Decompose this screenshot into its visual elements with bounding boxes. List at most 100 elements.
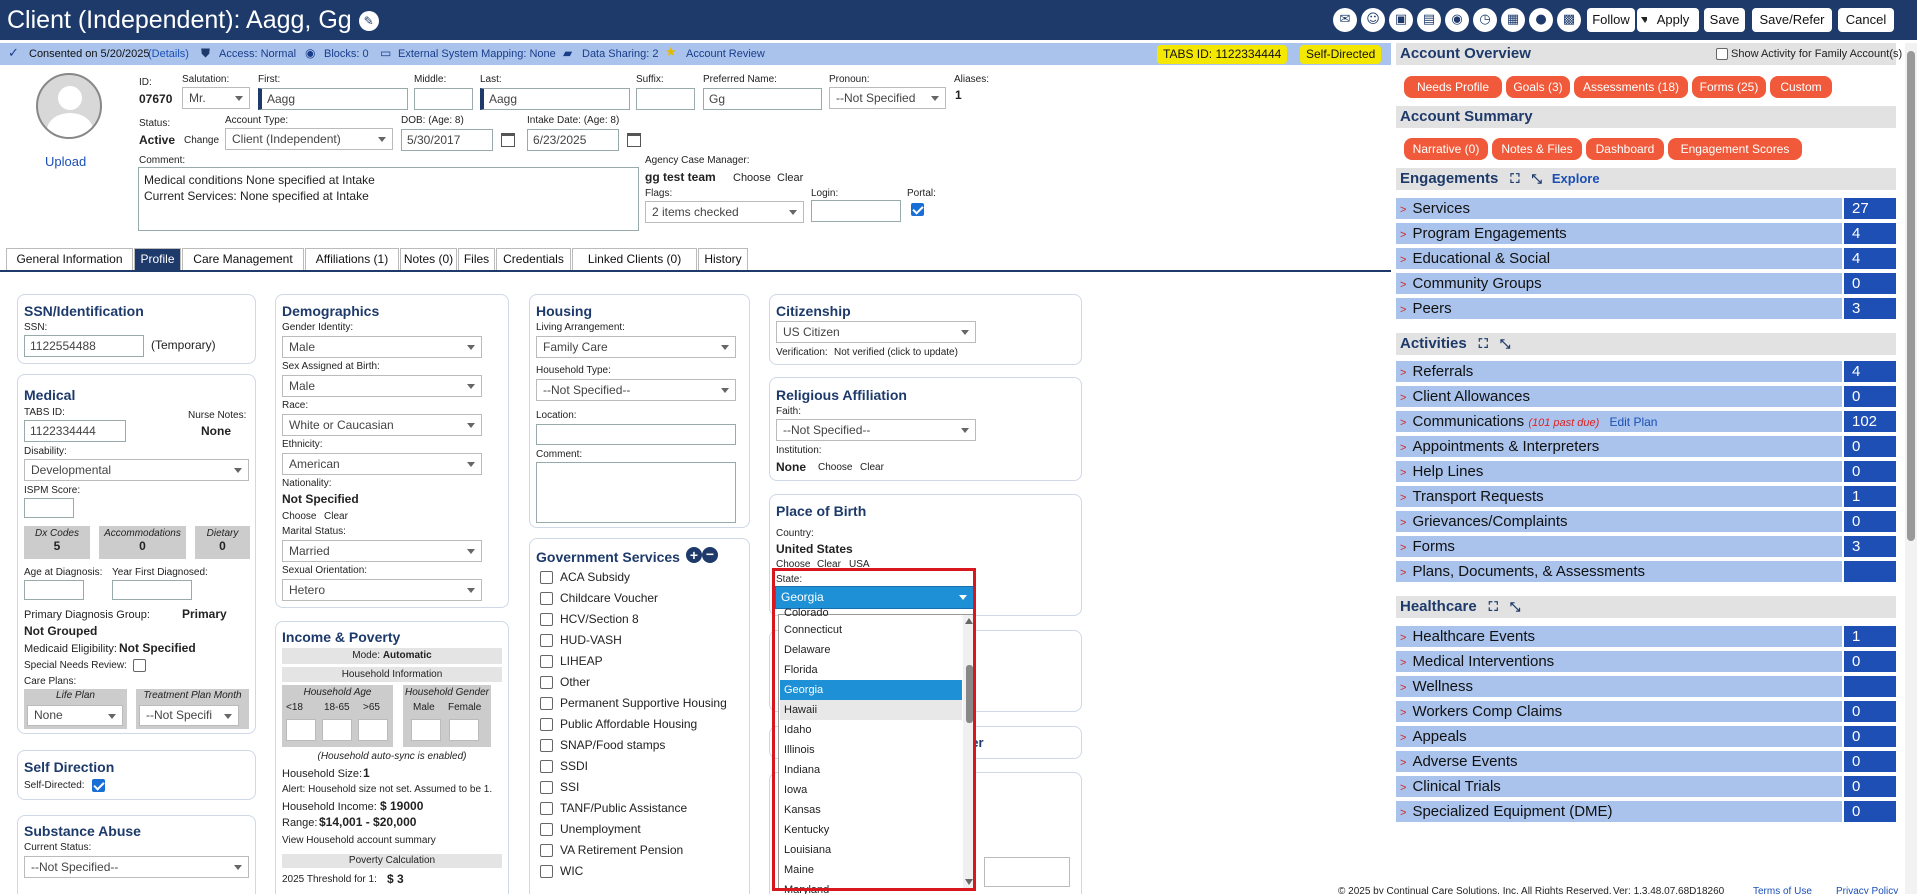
gov-checkbox[interactable] xyxy=(540,571,553,584)
activity-row-referrals[interactable]: > Referrals 4 xyxy=(1396,361,1896,382)
gov-checkbox[interactable] xyxy=(540,697,553,710)
show-family-activity-checkbox[interactable] xyxy=(1716,48,1728,60)
tab-notes[interactable]: Notes (0) xyxy=(400,248,457,270)
activity-row-appointments[interactable]: > Appointments & Interpreters 0 xyxy=(1396,436,1896,457)
nationality-choose-link[interactable]: Choose xyxy=(282,511,316,522)
activity-row-communications[interactable]: > Communications (101 past due) Edit Plan… xyxy=(1396,411,1896,432)
avatar[interactable] xyxy=(36,73,102,139)
age-under-18-input[interactable] xyxy=(286,719,316,741)
pronoun-select[interactable]: --Not Specified xyxy=(829,87,946,109)
household-summary-link[interactable]: View Household account summary xyxy=(282,835,436,846)
tab-general-information[interactable]: General Information xyxy=(6,248,133,270)
engagement-row-services[interactable]: > Services 27 xyxy=(1396,198,1896,219)
account-type-select[interactable]: Client (Independent) xyxy=(225,128,393,150)
healthcare-row-workers-comp[interactable]: > Workers Comp Claims 0 xyxy=(1396,701,1896,722)
flags-select[interactable]: 2 items checked xyxy=(645,201,804,223)
suffix-input[interactable] xyxy=(636,88,695,110)
dx-codes-box[interactable]: Dx Codes 5 xyxy=(24,526,90,559)
race-select[interactable]: White or Caucasian xyxy=(282,414,482,436)
save-refer-button[interactable]: Save/Refer xyxy=(1752,8,1832,32)
expand-icon[interactable]: ⛶ xyxy=(1510,169,1519,191)
age-diagnosis-input[interactable] xyxy=(24,580,84,600)
marital-select[interactable]: Married xyxy=(282,540,482,562)
activity-row-transport[interactable]: > Transport Requests 1 xyxy=(1396,486,1896,507)
camera-icon[interactable]: ◉ xyxy=(1445,8,1469,32)
mail-icon[interactable]: ✉ xyxy=(1333,8,1357,32)
expand-icon[interactable]: ⛶ xyxy=(1489,597,1498,619)
id-card-icon[interactable]: ▤ xyxy=(1417,8,1441,32)
explore-link[interactable]: Explore xyxy=(1552,171,1600,186)
tab-profile[interactable]: Profile xyxy=(134,248,181,270)
gov-checkbox[interactable] xyxy=(540,802,553,815)
goals-button[interactable]: Goals (3) xyxy=(1506,76,1570,98)
hidden-panel-3-input[interactable] xyxy=(984,857,1070,887)
collapse-icon[interactable]: ⤡ xyxy=(1531,169,1541,191)
comment-textarea[interactable]: Medical conditions None specified at Int… xyxy=(138,167,639,231)
expand-icon[interactable]: ⛶ xyxy=(1479,334,1488,356)
add-service-icon[interactable]: + xyxy=(686,547,702,563)
ispm-score-input[interactable] xyxy=(24,498,74,518)
activity-row-help-lines[interactable]: > Help Lines 0 xyxy=(1396,461,1896,482)
needs-profile-button[interactable]: Needs Profile xyxy=(1404,76,1502,98)
notes-files-button[interactable]: Notes & Files xyxy=(1492,138,1582,160)
building-icon[interactable]: ▦ xyxy=(1501,8,1525,32)
gov-checkbox[interactable] xyxy=(540,760,553,773)
contact-card-icon[interactable]: ▣ xyxy=(1389,8,1413,32)
healthcare-row-interventions[interactable]: > Medical Interventions 0 xyxy=(1396,651,1896,672)
collapse-icon[interactable]: ⤡ xyxy=(1500,334,1510,356)
chat-icon[interactable]: ☺ xyxy=(1361,8,1385,32)
gov-checkbox[interactable] xyxy=(540,865,553,878)
institution-choose-link[interactable]: Choose xyxy=(818,462,852,473)
life-plan-select[interactable]: None xyxy=(27,705,123,726)
healthcare-row-appeals[interactable]: > Appeals 0 xyxy=(1396,726,1896,747)
gov-checkbox[interactable] xyxy=(540,634,553,647)
remove-service-icon[interactable]: − xyxy=(702,547,718,563)
healthcare-row-clinical-trials[interactable]: > Clinical Trials 0 xyxy=(1396,776,1896,797)
dashboard-button[interactable]: Dashboard xyxy=(1586,138,1664,160)
ethnicity-select[interactable]: American xyxy=(282,453,482,475)
gender-female-input[interactable] xyxy=(449,719,479,741)
apply-button[interactable]: Apply xyxy=(1647,8,1699,32)
engagement-row-community[interactable]: > Community Groups 0 xyxy=(1396,273,1896,294)
intake-calendar-icon[interactable] xyxy=(627,133,641,147)
dob-calendar-icon[interactable] xyxy=(501,133,515,147)
user-icon[interactable]: ● xyxy=(1529,8,1553,32)
age-over-65-input[interactable] xyxy=(358,719,388,741)
citizenship-select[interactable]: US Citizen xyxy=(776,321,976,343)
engagement-row-educational[interactable]: > Educational & Social 4 xyxy=(1396,248,1896,269)
page-scrollbar[interactable] xyxy=(1905,43,1917,894)
cancel-button[interactable]: Cancel xyxy=(1838,8,1894,32)
tab-credentials[interactable]: Credentials xyxy=(496,248,571,270)
first-name-input[interactable]: Aagg xyxy=(258,88,408,110)
gov-checkbox[interactable] xyxy=(540,781,553,794)
footer-privacy-link[interactable]: Privacy Policy xyxy=(1836,886,1898,894)
agency-cm-clear-link[interactable]: Clear xyxy=(777,172,803,184)
activity-row-plans[interactable]: > Plans, Documents, & Assessments xyxy=(1396,561,1896,582)
gov-checkbox[interactable] xyxy=(540,718,553,731)
assessments-button[interactable]: Assessments (18) xyxy=(1574,76,1688,98)
blocks-link[interactable]: Blocks: 0 xyxy=(324,48,369,60)
grid-icon[interactable]: ▩ xyxy=(1557,8,1581,32)
living-arrangement-select[interactable]: Family Care xyxy=(536,336,736,358)
tab-care-management[interactable]: Care Management xyxy=(182,248,304,270)
nationality-clear-link[interactable]: Clear xyxy=(324,511,348,522)
intake-date-input[interactable]: 6/23/2025 xyxy=(527,129,619,151)
healthcare-row-dme[interactable]: > Specialized Equipment (DME) 0 xyxy=(1396,801,1896,822)
self-directed-checkbox[interactable] xyxy=(92,779,105,792)
gov-checkbox[interactable] xyxy=(540,844,553,857)
activity-row-allowances[interactable]: > Client Allowances 0 xyxy=(1396,386,1896,407)
orientation-select[interactable]: Hetero xyxy=(282,579,482,601)
substance-status-select[interactable]: --Not Specified-- xyxy=(24,856,249,878)
access-link[interactable]: Access: Normal xyxy=(219,48,296,60)
sex-select[interactable]: Male xyxy=(282,375,482,397)
year-diagnosed-input[interactable] xyxy=(112,580,192,600)
gov-checkbox[interactable] xyxy=(540,823,553,836)
age-18-65-input[interactable] xyxy=(322,719,352,741)
engagement-row-program[interactable]: > Program Engagements 4 xyxy=(1396,223,1896,244)
healthcare-row-events[interactable]: > Healthcare Events 1 xyxy=(1396,626,1896,647)
edit-plan-link[interactable]: Edit Plan xyxy=(1609,415,1657,429)
account-review-link[interactable]: Account Review xyxy=(686,48,765,60)
gender-male-input[interactable] xyxy=(411,719,441,741)
dietary-box[interactable]: Dietary 0 xyxy=(195,526,250,559)
engagement-row-peers[interactable]: > Peers 3 xyxy=(1396,298,1896,319)
